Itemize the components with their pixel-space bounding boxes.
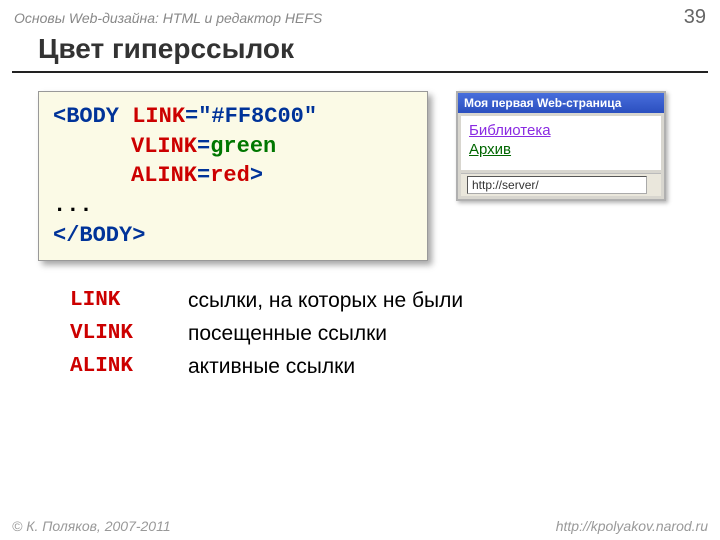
mini-browser-preview: Моя первая Web-страница Библиотека Архив… — [456, 91, 666, 201]
definition-term: ALINK — [70, 351, 160, 384]
header-subtitle: Основы Web-дизайна: HTML и редактор HEFS — [14, 10, 322, 26]
definition-row: VLINK посещенные ссылки — [70, 318, 720, 351]
slide-footer: © К. Поляков, 2007-2011 http://kpolyakov… — [12, 518, 708, 534]
content-row: <BODY LINK="#FF8C00" VLINK=green ALINK=r… — [0, 91, 720, 261]
title-divider — [12, 71, 708, 73]
browser-titlebar: Моя первая Web-страница — [458, 93, 664, 113]
definition-desc: посещенные ссылки — [188, 318, 387, 351]
browser-title: Моя первая Web-страница — [464, 96, 621, 110]
browser-body: Библиотека Архив — [461, 116, 661, 170]
definition-row: LINK ссылки, на которых не были — [70, 285, 720, 318]
browser-link-active[interactable]: Архив — [469, 141, 653, 158]
slide-header: Основы Web-дизайна: HTML и редактор HEFS… — [0, 0, 720, 31]
definition-row: ALINK активные ссылки — [70, 351, 720, 384]
footer-url: http://kpolyakov.narod.ru — [556, 518, 708, 534]
definitions-list: LINK ссылки, на которых не были VLINK по… — [0, 261, 720, 383]
browser-statusbar: http://server/ — [461, 173, 661, 196]
definition-desc: ссылки, на которых не были — [188, 285, 463, 318]
definition-term: LINK — [70, 285, 160, 318]
code-example: <BODY LINK="#FF8C00" VLINK=green ALINK=r… — [38, 91, 428, 261]
browser-status-text: http://server/ — [467, 176, 647, 194]
definition-term: VLINK — [70, 318, 160, 351]
definition-desc: активные ссылки — [188, 351, 355, 384]
page-number: 39 — [684, 6, 706, 29]
browser-link-visited[interactable]: Библиотека — [469, 122, 653, 139]
slide-title: Цвет гиперссылок — [0, 31, 720, 71]
footer-copyright: © К. Поляков, 2007-2011 — [12, 518, 171, 534]
